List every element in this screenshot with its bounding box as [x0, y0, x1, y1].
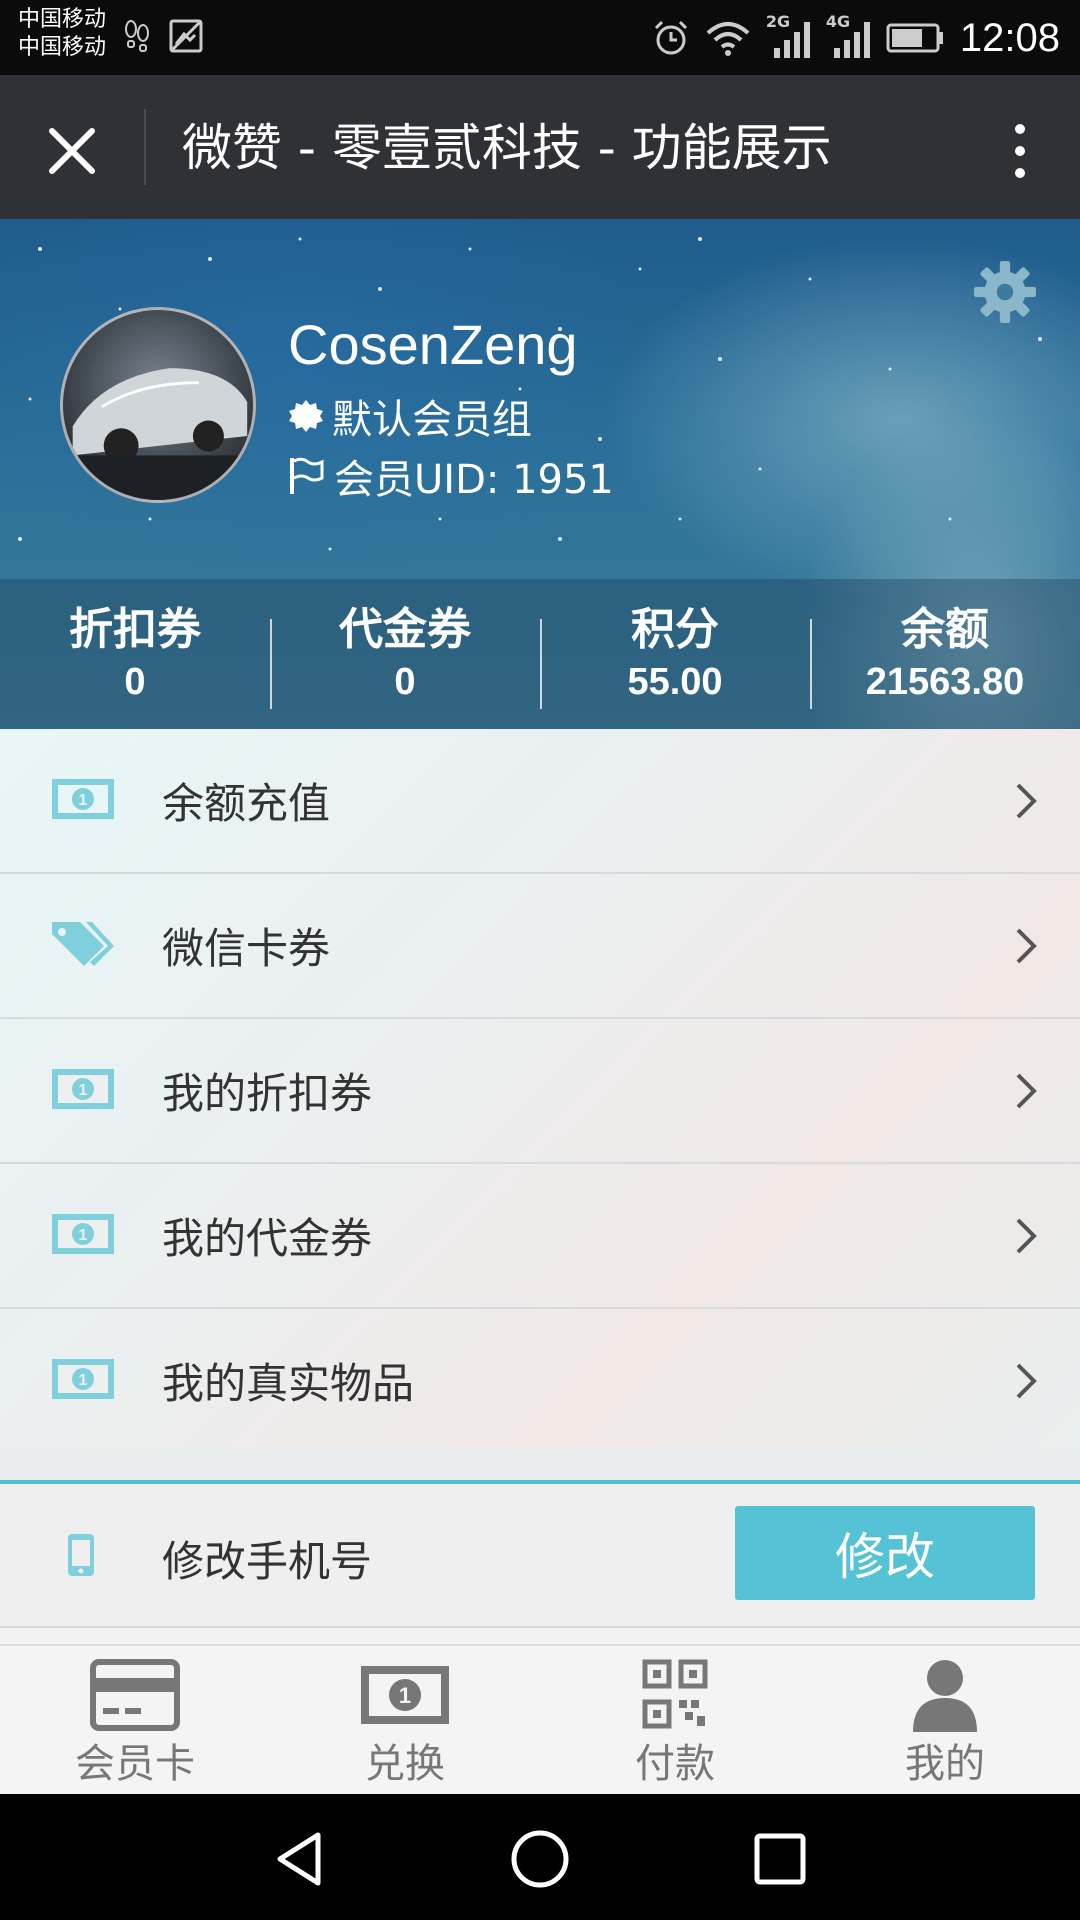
recents-icon[interactable]	[750, 1829, 810, 1889]
profile-header: CosenZeng 默认会员组 会员UID: 1951 折扣券 0 代金券 0 …	[0, 219, 1080, 729]
status-bar: 中国移动 中国移动 2G 4G 12:08	[0, 0, 1080, 75]
signal-4g: 4G	[826, 12, 872, 60]
chevron-right-icon	[1016, 1073, 1037, 1108]
qrcode-icon	[642, 1659, 708, 1729]
stat-value: 21563.80	[865, 661, 1025, 703]
chevron-right-icon	[1016, 1218, 1037, 1253]
net-type-2: 4G	[825, 12, 851, 31]
bottom-tab-bar: 会员卡 1 兑换 付款 我的	[0, 1644, 1080, 1796]
chevron-right-icon	[1016, 1363, 1037, 1398]
menu-item-recharge[interactable]: 1 余额充值	[0, 729, 1080, 874]
back-icon[interactable]	[270, 1829, 330, 1889]
menu-item-my-real-items[interactable]: 1 我的真实物品	[0, 1309, 1080, 1454]
menu-item-label: 我的折扣券	[162, 1069, 373, 1118]
modify-button[interactable]: 修改	[735, 1506, 1035, 1600]
menu-item-label: 微信卡券	[162, 924, 331, 973]
tab-exchange[interactable]: 1 兑换	[270, 1646, 540, 1796]
menu-list: 1 余额充值 微信卡券 1 我的折扣券 1 我的代金券 1 我的真实物品	[0, 729, 1080, 1454]
stat-value: 55.00	[627, 661, 723, 703]
stat-cash-coupons[interactable]: 代金券 0	[270, 579, 540, 729]
tab-member-card[interactable]: 会员卡	[0, 1646, 270, 1796]
card-icon	[90, 1659, 180, 1731]
svg-text:1: 1	[79, 1372, 88, 1389]
carrier-info: 中国移动 中国移动	[18, 6, 106, 62]
menu-item-label: 余额充值	[162, 779, 331, 828]
alarm-icon	[654, 20, 687, 55]
avatar-car-image	[63, 368, 253, 500]
menu-item-label: 我的真实物品	[162, 1359, 415, 1408]
section-gap	[0, 1448, 1080, 1480]
stat-value: 0	[394, 661, 416, 703]
username: CosenZeng	[288, 313, 578, 376]
footprints-icon	[125, 20, 149, 52]
money-icon: 1	[52, 1359, 114, 1399]
clock: 12:08	[959, 15, 1060, 60]
menu-item-wechat-coupons[interactable]: 微信卡券	[0, 874, 1080, 1019]
badge-icon	[289, 400, 323, 432]
page-title: 微赞 - 零壹贰科技 - 功能展示	[182, 119, 832, 177]
wifi-icon	[706, 22, 750, 56]
money-icon: 1	[52, 779, 114, 819]
money-icon: 1	[52, 1069, 114, 1109]
settings-gear-icon[interactable]	[972, 259, 1038, 325]
stat-points[interactable]: 积分 55.00	[540, 579, 810, 729]
stat-label: 积分	[631, 604, 719, 655]
status-right: 2G 4G 12:08	[652, 10, 1060, 66]
title-divider	[144, 109, 146, 185]
tab-label: 付款	[635, 1741, 715, 1787]
flag-icon	[290, 457, 324, 494]
money-icon: 1	[361, 1666, 449, 1724]
svg-text:1: 1	[79, 792, 88, 809]
menu-item-my-cash-coupons[interactable]: 1 我的代金券	[0, 1164, 1080, 1309]
close-icon	[49, 128, 95, 174]
avatar[interactable]	[60, 307, 256, 503]
svg-text:1: 1	[399, 1683, 411, 1708]
member-group: 默认会员组	[332, 397, 532, 443]
system-nav-bar	[0, 1794, 1080, 1920]
signal-2g: 2G	[766, 12, 812, 60]
member-uid: 会员UID: 1951	[334, 457, 614, 503]
chevron-right-icon	[1016, 928, 1037, 963]
stat-balance[interactable]: 余额 21563.80	[810, 579, 1080, 729]
notification-icons	[124, 18, 204, 54]
svg-text:1: 1	[79, 1227, 88, 1244]
stats-bar: 折扣券 0 代金券 0 积分 55.00 余额 21563.80	[0, 579, 1080, 729]
stat-discount-coupons[interactable]: 折扣券 0	[0, 579, 270, 729]
change-phone-row: 修改手机号 修改	[0, 1484, 1080, 1628]
chevron-right-icon	[1016, 783, 1037, 818]
carrier-1: 中国移动	[18, 7, 107, 32]
stat-label: 代金券	[339, 604, 471, 655]
net-type-1: 2G	[765, 12, 791, 31]
money-icon: 1	[52, 1214, 114, 1254]
more-menu-button[interactable]	[1000, 115, 1040, 187]
title-bar: 微赞 - 零壹贰科技 - 功能展示	[0, 75, 1080, 219]
stat-value: 0	[124, 661, 146, 703]
tab-label: 我的	[905, 1741, 985, 1787]
battery-icon	[886, 23, 943, 53]
user-icon	[913, 1660, 977, 1732]
stat-label: 余额	[901, 604, 989, 655]
image-icon	[169, 19, 203, 53]
close-button[interactable]	[36, 115, 108, 187]
member-group-row: 默认会员组	[288, 387, 532, 445]
carrier-2: 中国移动	[18, 35, 107, 60]
member-uid-row: 会员UID: 1951	[288, 447, 614, 505]
home-icon[interactable]	[510, 1829, 570, 1889]
tab-label: 兑换	[365, 1741, 445, 1787]
tab-label: 会员卡	[75, 1741, 195, 1787]
menu-item-my-discount-coupons[interactable]: 1 我的折扣券	[0, 1019, 1080, 1164]
mobile-phone-icon	[68, 1534, 94, 1576]
menu-item-label: 我的代金券	[162, 1214, 373, 1263]
stat-label: 折扣券	[69, 604, 201, 655]
tab-payment[interactable]: 付款	[540, 1646, 810, 1796]
tag-icon	[52, 922, 114, 966]
svg-text:1: 1	[79, 1082, 88, 1099]
tab-mine[interactable]: 我的	[810, 1646, 1080, 1796]
change-phone-label: 修改手机号	[162, 1537, 373, 1586]
